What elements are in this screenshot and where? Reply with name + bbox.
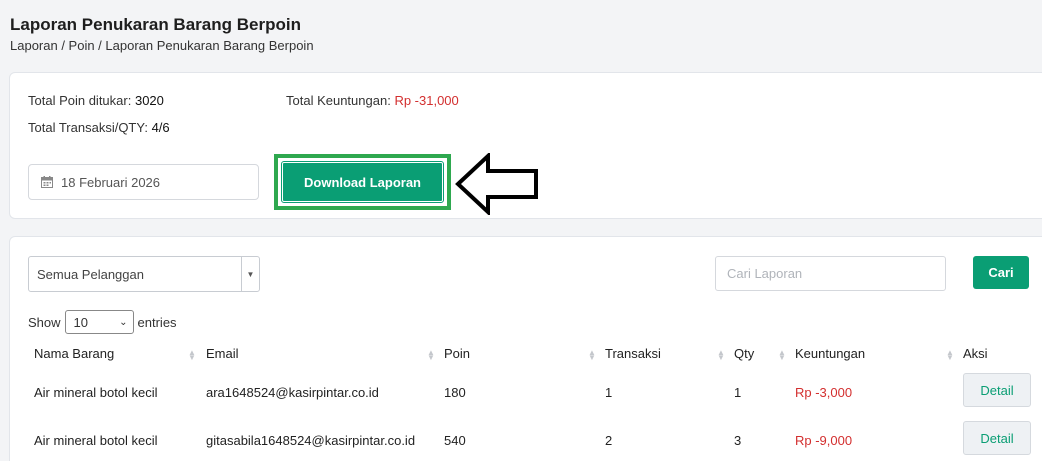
- cell-email: ara1648524@kasirpintar.co.id: [206, 385, 379, 400]
- date-picker[interactable]: 18 Februari 2026: [28, 164, 259, 200]
- column-header-poin[interactable]: Poin: [444, 346, 470, 361]
- cell-transaksi: 1: [605, 385, 613, 400]
- search-report-input[interactable]: [715, 256, 946, 291]
- column-header-keuntungan[interactable]: Keuntungan: [795, 346, 865, 361]
- detail-button[interactable]: Detail: [963, 373, 1031, 407]
- cell-nama-barang: Air mineral botol kecil: [34, 433, 158, 448]
- chevron-down-icon: ⌄: [119, 316, 128, 328]
- total-transaksi-value: 4/6: [151, 120, 170, 135]
- column-header-nama-barang[interactable]: Nama Barang: [34, 346, 114, 361]
- breadcrumb: Laporan / Poin / Laporan Penukaran Baran…: [10, 38, 314, 53]
- page-title: Laporan Penukaran Barang Berpoin: [10, 15, 301, 34]
- total-keuntungan-value: Rp -31,000: [394, 93, 459, 108]
- sort-icon[interactable]: ▲ ▼: [588, 349, 596, 362]
- cell-poin: 540: [444, 433, 466, 448]
- show-label: Show: [28, 314, 61, 330]
- total-keuntungan-label: Total Keuntungan:: [286, 93, 391, 108]
- arrow-left-icon: [455, 153, 538, 215]
- total-keuntungan-stat: Total Keuntungan: Rp -31,000: [286, 93, 459, 108]
- customer-filter-value: Semua Pelanggan: [37, 266, 144, 282]
- entries-select[interactable]: 10 ⌄: [64, 310, 134, 334]
- column-header-email[interactable]: Email: [206, 346, 239, 361]
- cell-qty: 3: [734, 433, 742, 448]
- cell-nama-barang: Air mineral botol kecil: [34, 385, 158, 400]
- calendar-icon: [41, 176, 53, 188]
- sort-icon[interactable]: ▲ ▼: [188, 349, 196, 362]
- entries-label: entries: [137, 314, 177, 330]
- detail-button[interactable]: Detail: [963, 421, 1031, 455]
- total-poin-stat: Total Poin ditukar: 3020: [28, 93, 164, 108]
- cell-transaksi: 2: [605, 433, 613, 448]
- download-report-button[interactable]: Download Laporan: [281, 161, 444, 203]
- column-header-transaksi[interactable]: Transaksi: [605, 346, 661, 361]
- cell-poin: 180: [444, 385, 466, 400]
- sort-icon[interactable]: ▲ ▼: [717, 349, 725, 362]
- total-poin-value: 3020: [134, 93, 164, 108]
- sort-icon[interactable]: ▲ ▼: [427, 349, 435, 362]
- customer-filter-select[interactable]: Semua Pelanggan ▼: [28, 256, 260, 292]
- summary-card: Total Poin ditukar: 3020 Total Transaksi…: [9, 72, 1042, 219]
- entries-value: 10: [73, 314, 88, 330]
- sort-icon[interactable]: ▲ ▼: [946, 349, 954, 362]
- column-header-qty[interactable]: Qty: [734, 346, 754, 361]
- caret-down-icon: ▼: [241, 257, 259, 291]
- entries-control: Show 10 ⌄ entries: [28, 310, 177, 334]
- column-header-aksi: Aksi: [963, 346, 988, 361]
- cell-email: gitasabila1648524@kasirpintar.co.id: [206, 433, 416, 448]
- cell-keuntungan: Rp -9,000: [795, 433, 853, 448]
- sort-icon[interactable]: ▲ ▼: [778, 349, 786, 362]
- total-transaksi-label: Total Transaksi/QTY:: [28, 120, 148, 135]
- cell-keuntungan: Rp -3,000: [795, 385, 853, 400]
- report-table-card: Semua Pelanggan ▼ Cari Show 10 ⌄ entries…: [9, 236, 1042, 461]
- download-highlight-box: Download Laporan: [274, 154, 451, 210]
- search-button[interactable]: Cari: [973, 256, 1029, 289]
- total-transaksi-stat: Total Transaksi/QTY: 4/6: [28, 120, 170, 135]
- date-value: 18 Februari 2026: [61, 174, 161, 190]
- cell-qty: 1: [734, 385, 742, 400]
- total-poin-label: Total Poin ditukar:: [28, 93, 132, 108]
